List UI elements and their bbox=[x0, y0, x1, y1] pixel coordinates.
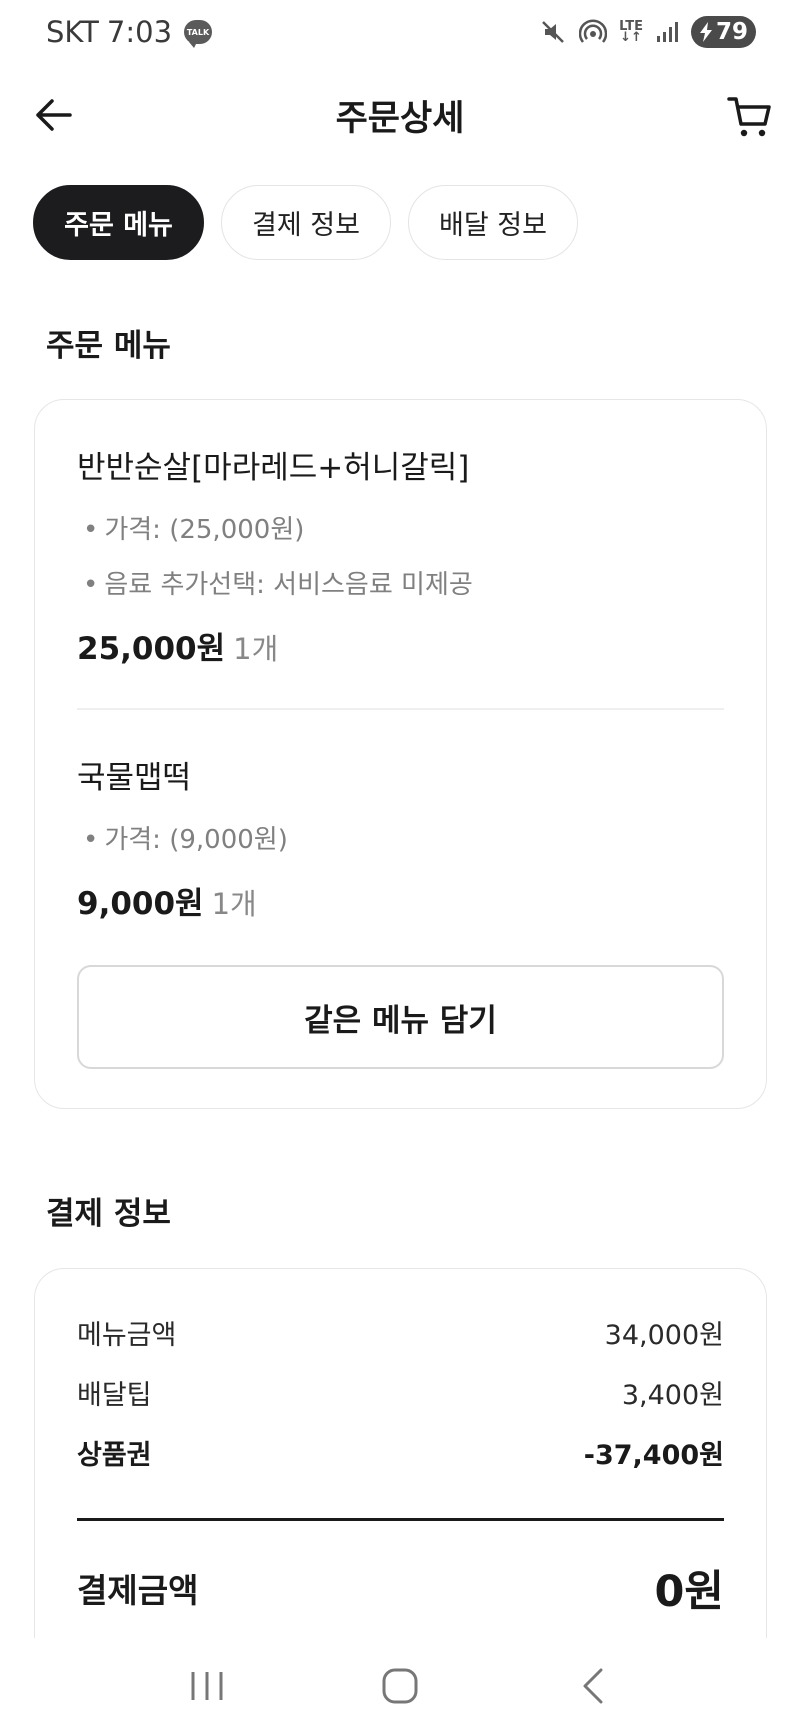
recent-apps-icon bbox=[191, 1672, 223, 1700]
add-same-menu-button[interactable]: 같은 메뉴 담기 bbox=[77, 965, 724, 1069]
carrier-label: SKT bbox=[46, 15, 99, 49]
signal-icon bbox=[655, 20, 679, 44]
payment-row-value: 3,400원 bbox=[621, 1380, 724, 1411]
menu-item: 반반순살[마라레드+허니갈릭] • 가격: (25,000원) • 음료 추가선택:… bbox=[77, 442, 724, 668]
payment-info-card: 메뉴금액 34,000원 배달팁 3,400원 상품권 -37,400원 결제금… bbox=[34, 1268, 767, 1688]
total-divider bbox=[77, 1518, 724, 1521]
talk-icon-label: TALK bbox=[186, 27, 210, 37]
lte-label: LTE bbox=[619, 19, 643, 34]
order-menu-heading: 주문 메뉴 bbox=[46, 328, 171, 364]
battery-charging-icon: 79 bbox=[690, 16, 756, 48]
cart-icon bbox=[727, 97, 771, 137]
kakaotalk-notification-icon: TALK bbox=[184, 20, 213, 48]
total-label: 결제금액 bbox=[77, 1571, 199, 1610]
item-divider bbox=[77, 708, 724, 710]
option-text: 음료 추가선택: 서비스음료 미제공 bbox=[104, 570, 473, 600]
menu-item-option: • 음료 추가선택: 서비스음료 미제공 bbox=[83, 570, 473, 600]
menu-item-name: 국물맵떡 bbox=[77, 760, 192, 796]
page-title: 주문상세 bbox=[335, 99, 465, 139]
payment-row-value: -37,400원 bbox=[583, 1440, 724, 1471]
tab-payment-info[interactable]: 결제 정보 bbox=[221, 185, 391, 260]
payment-row-menu-amount: 메뉴금액 34,000원 bbox=[77, 1313, 724, 1352]
menu-item-option: • 가격: (25,000원) bbox=[83, 515, 305, 545]
payment-info-heading: 결제 정보 bbox=[46, 1196, 171, 1232]
lte-icon: LTE ↓↑ bbox=[619, 19, 643, 45]
payment-row-label: 배달팁 bbox=[77, 1380, 152, 1411]
menu-item-price: 9,000원 bbox=[77, 886, 204, 922]
nav-back-button[interactable] bbox=[553, 1651, 633, 1721]
payment-row-delivery-tip: 배달팁 3,400원 bbox=[77, 1373, 724, 1412]
menu-item-quantity: 1개 bbox=[233, 632, 279, 666]
status-bar: SKT 7:03 TALK LTE ↓↑ 79 bbox=[0, 0, 800, 64]
payment-row-gift-card: 상품권 -37,400원 bbox=[77, 1433, 724, 1472]
menu-item-price-line: 25,000원 1개 bbox=[77, 623, 724, 668]
cart-button[interactable] bbox=[724, 92, 776, 142]
option-text: 가격: (25,000원) bbox=[104, 515, 305, 545]
menu-item-price-line: 9,000원 1개 bbox=[77, 878, 724, 923]
nav-back-icon bbox=[583, 1668, 603, 1704]
menu-item-option: • 가격: (9,000원) bbox=[83, 825, 288, 855]
section-tabs: 주문 메뉴 결제 정보 배달 정보 bbox=[33, 185, 578, 260]
clock: 7:03 bbox=[106, 15, 173, 49]
menu-item-price: 25,000원 bbox=[77, 631, 226, 667]
home-button[interactable] bbox=[360, 1651, 440, 1721]
battery-level: 79 bbox=[715, 19, 748, 45]
system-nav-bar bbox=[0, 1638, 800, 1734]
tab-order-menu[interactable]: 주문 메뉴 bbox=[33, 185, 204, 260]
option-text: 가격: (9,000원) bbox=[104, 825, 288, 855]
payment-total-row: 결제금액 0원 bbox=[77, 1557, 724, 1619]
payment-row-label: 메뉴금액 bbox=[77, 1320, 177, 1351]
menu-item-name: 반반순살[마라레드+허니갈릭] bbox=[77, 450, 470, 486]
payment-row-value: 34,000원 bbox=[604, 1320, 724, 1351]
status-left: SKT 7:03 TALK bbox=[46, 15, 213, 49]
total-value: 0원 bbox=[654, 1567, 724, 1617]
status-right: LTE ↓↑ 79 bbox=[539, 16, 756, 48]
app-header: 주문상세 bbox=[0, 72, 800, 158]
tab-delivery-info[interactable]: 배달 정보 bbox=[408, 185, 578, 260]
menu-item-quantity: 1개 bbox=[211, 887, 257, 921]
payment-row-label: 상품권 bbox=[77, 1440, 152, 1471]
hotspot-icon bbox=[579, 18, 608, 46]
mute-icon bbox=[539, 18, 567, 46]
menu-item: 국물맵떡 • 가격: (9,000원) 9,000원 1개 bbox=[77, 752, 724, 923]
order-menu-card: 반반순살[마라레드+허니갈릭] • 가격: (25,000원) • 음료 추가선택:… bbox=[34, 399, 767, 1109]
recent-apps-button[interactable] bbox=[167, 1651, 247, 1721]
home-icon bbox=[382, 1668, 418, 1704]
